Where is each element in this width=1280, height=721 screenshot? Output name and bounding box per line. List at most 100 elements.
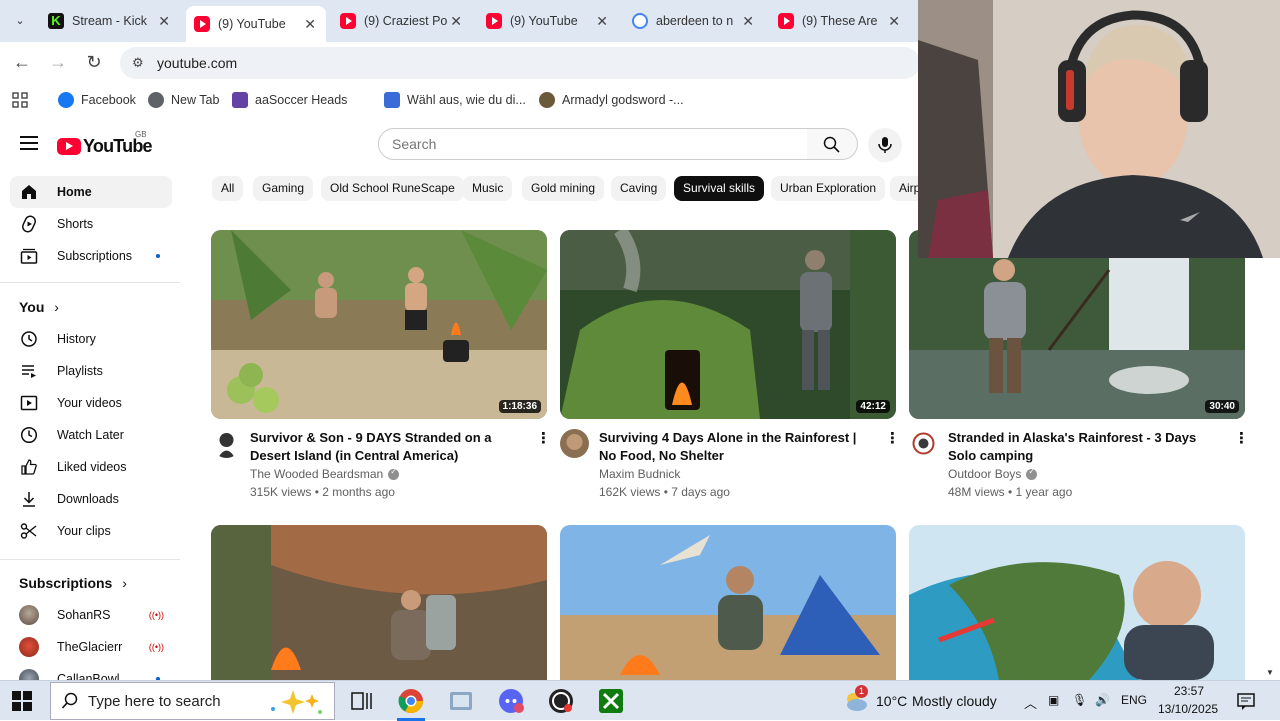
sidebar-item-history[interactable]: History [10,323,172,355]
youtube-logo[interactable]: YouTube GB [57,130,153,157]
windows-start-icon[interactable] [12,691,32,711]
search-box[interactable] [378,128,808,160]
tab-kick[interactable]: K Stream - Kick ✕ [40,6,180,36]
microphone-icon[interactable]: 🎙 [1072,693,1087,707]
site-settings-icon[interactable]: ⚙ [132,55,144,71]
channel-name[interactable]: The Wooded Beardsman [250,467,400,481]
tab-search-chevron-icon[interactable]: ⌄ [8,10,32,32]
your-videos-icon [20,395,38,411]
chip-old-school-runescape[interactable]: Old School RuneScape [321,176,464,201]
chip-all[interactable]: All [212,176,244,201]
tab-youtube-2[interactable]: (9) YouTube ✕ [478,6,618,36]
subscription-item[interactable]: TheGlacierr ((•)) [10,631,172,663]
chrome-icon[interactable] [397,687,425,715]
webcam-tray-icon[interactable]: ▣ [1048,693,1059,707]
chip-gold-mining[interactable]: Gold mining [522,176,605,201]
subscriptions-section-heading[interactable]: Subscriptions › [19,575,127,591]
you-section-heading[interactable]: You › [19,299,59,315]
thumbnail-image [560,525,896,680]
subscription-label: TheGlacierr [57,640,123,654]
channel-avatar[interactable] [560,429,589,458]
voice-search-button[interactable] [868,128,902,162]
sidebar-item-subscriptions[interactable]: Subscriptions [10,240,172,272]
channel-avatar[interactable] [909,429,938,458]
temperature[interactable]: 10°C [876,693,907,709]
omnibox[interactable]: ⚙ youtube.com [120,47,920,79]
chevron-up-icon[interactable]: ︿ [1024,693,1037,712]
bookmark-new-tab[interactable]: New Tab [148,92,219,108]
video-title[interactable]: Surviving 4 Days Alone in the Rainforest… [599,429,871,465]
discord-icon[interactable] [497,687,525,715]
bookmark-facebook[interactable]: Facebook [58,92,136,108]
bookmark-soccer-heads[interactable]: aaSoccer Heads [232,92,347,108]
sidebar-item-playlists[interactable]: Playlists [10,355,172,387]
chip-music[interactable]: Music [463,176,513,201]
chip-airp[interactable]: Airp [890,176,918,201]
close-icon[interactable]: ✕ [450,13,462,30]
video-thumbnail[interactable]: 42:12 [560,230,896,419]
photos-app-icon[interactable] [447,687,475,715]
tab-youtube-active[interactable]: (9) YouTube ✕ [186,6,326,42]
subscriptions-heading-label: Subscriptions [19,575,113,591]
video-thumbnail[interactable] [560,525,896,680]
live-icon: ((•)) [148,610,164,620]
sidebar-item-your-clips[interactable]: Your clips [10,515,172,547]
notifications-icon[interactable] [1236,691,1256,711]
chip-urban-exploration[interactable]: Urban Exploration [771,176,886,201]
sidebar-item-watch-later[interactable]: Watch Later [10,419,172,451]
channel-avatar[interactable] [212,429,241,458]
close-icon[interactable]: ✕ [596,13,608,30]
clock-date[interactable]: 13/10/2025 [1158,702,1218,716]
xbox-icon[interactable] [597,687,625,715]
more-actions-icon[interactable]: ⋮ [885,429,900,447]
video-thumbnail[interactable] [909,525,1245,680]
close-icon[interactable]: ✕ [158,13,170,30]
sidebar-item-downloads[interactable]: Downloads [10,483,172,515]
search-button[interactable] [807,128,858,160]
scroll-down-arrow-icon[interactable]: ▼ [1266,668,1274,677]
channel-name[interactable]: Maxim Budnick [599,467,680,481]
sidebar-item-liked-videos[interactable]: Liked videos [10,451,172,483]
close-icon[interactable]: ✕ [888,13,900,30]
video-thumbnail[interactable] [211,525,547,680]
taskbar-search-box[interactable] [50,682,335,720]
video-thumbnail[interactable]: 1:18:36 [211,230,547,419]
obs-icon[interactable] [547,687,575,715]
chip-gaming[interactable]: Gaming [253,176,314,201]
volume-icon[interactable]: 🔊 [1095,693,1110,707]
taskbar-search-input[interactable] [88,693,268,710]
bookmark-waehl-aus[interactable]: Wähl aus, wie du di... [384,92,526,108]
channel-name[interactable]: Outdoor Boys [948,467,1038,481]
video-title[interactable]: Stranded in Alaska's Rainforest - 3 Days… [948,429,1220,465]
subscription-item[interactable]: SohanRS ((•)) [10,599,172,631]
close-icon[interactable]: ✕ [742,13,754,30]
back-arrow-icon[interactable]: ← [12,52,32,73]
sidebar-item-your-videos[interactable]: Your videos [10,387,172,419]
video-title[interactable]: Survivor & Son - 9 DAYS Stranded on a De… [250,429,522,465]
url-text[interactable]: youtube.com [157,55,237,71]
video-thumbnail[interactable]: 30:40 [909,230,1245,419]
chip-survival-skills[interactable]: Survival skills [674,176,765,201]
task-view-icon[interactable] [348,687,376,715]
tab-google-aberdeen[interactable]: aberdeen to n ✕ [624,6,764,36]
search-input[interactable] [392,136,772,152]
forward-arrow-icon[interactable]: → [48,52,68,73]
divider [0,559,180,560]
reload-icon[interactable]: ↻ [84,52,104,73]
menu-icon[interactable] [20,136,38,150]
more-actions-icon[interactable]: ⋮ [1234,429,1249,447]
weather-condition[interactable]: Mostly cloudy [912,693,997,709]
chip-caving[interactable]: Caving [611,176,667,201]
tab-youtube-craziest[interactable]: (9) Craziest Po ✕ [332,6,472,36]
video-duration: 42:12 [856,400,890,413]
more-actions-icon[interactable]: ⋮ [536,429,551,447]
sidebar-item-shorts[interactable]: Shorts [10,208,172,240]
subscription-item[interactable]: CallanBowl [10,663,172,680]
apps-grid-icon[interactable] [12,92,28,108]
input-language[interactable]: ENG [1121,693,1147,707]
sidebar-item-home[interactable]: Home [10,176,172,208]
tab-youtube-these-are[interactable]: (9) These Are ✕ [770,6,910,36]
close-icon[interactable]: ✕ [304,16,316,33]
bookmark-armadyl[interactable]: Armadyl godsword -... [539,92,684,108]
clock-time[interactable]: 23:57 [1174,684,1204,698]
